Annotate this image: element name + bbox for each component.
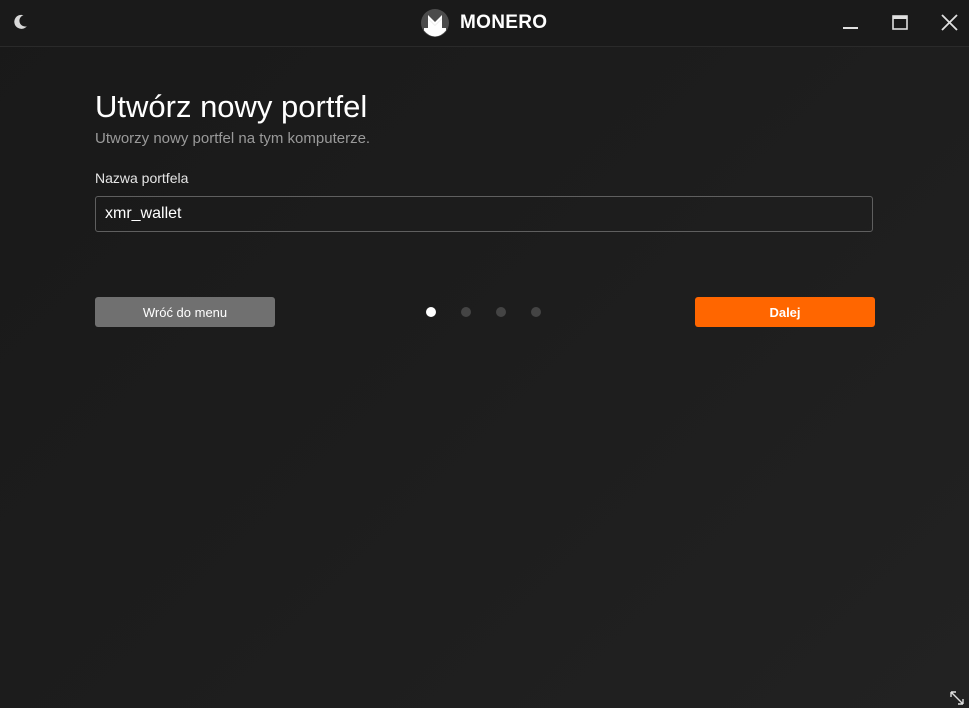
back-to-menu-button[interactable]: Wróć do menu [95,297,275,327]
progress-dot [426,307,436,317]
app-window: MONERO Utwórz nowy portfel Utworzy nowy … [0,0,969,708]
moon-icon[interactable] [10,12,30,32]
minimize-icon[interactable] [836,8,866,38]
create-wallet-panel: Utwórz nowy portfel Utworzy nowy portfel… [95,88,875,327]
app-brand: MONERO [420,7,547,39]
app-name: MONERO [460,12,548,33]
resize-icon[interactable] [949,690,965,706]
page-title: Utwórz nowy portfel [95,89,368,124]
monero-logo-icon [421,9,449,37]
progress-dot [496,307,506,317]
page-subtitle: Utworzy nowy portfel na tym komputerze. [95,130,371,147]
wallet-name-field [95,196,873,232]
wallet-name-label: Nazwa portfela [95,170,189,186]
close-icon[interactable] [935,8,965,38]
progress-dots [426,307,566,317]
progress-dot [461,307,471,317]
title-bar: MONERO [0,0,969,47]
wallet-name-input[interactable] [96,197,872,231]
next-button[interactable]: Dalej [695,297,875,327]
maximize-icon[interactable] [885,8,915,38]
progress-dot [531,307,541,317]
